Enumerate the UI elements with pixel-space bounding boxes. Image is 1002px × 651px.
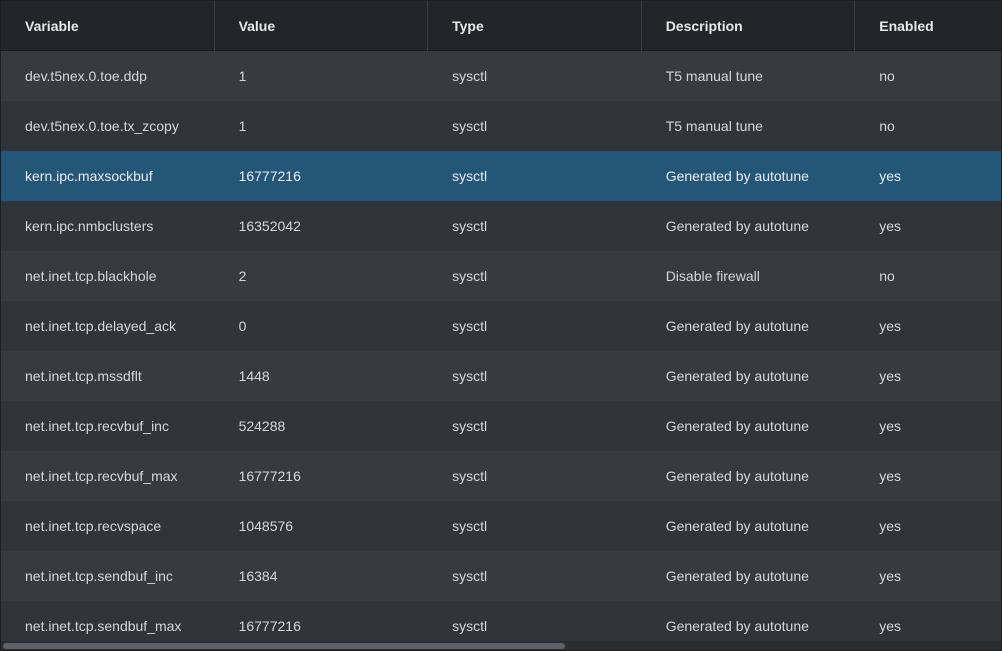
table-row[interactable]: kern.ipc.maxsockbuf 16777216 sysctl Generat… xyxy=(1,151,1001,201)
cell-type: sysctl xyxy=(452,68,488,84)
table-header: Variable Value Type Description Enabled xyxy=(1,1,1001,51)
cell-type: sysctl xyxy=(452,568,488,584)
cell-variable: net.inet.tcp.recvbuf_inc xyxy=(25,418,169,434)
cell-enabled: yes xyxy=(879,218,902,234)
cell-description: T5 manual tune xyxy=(665,68,763,84)
horizontal-scrollbar[interactable] xyxy=(1,641,1001,650)
cell-variable: kern.ipc.maxsockbuf xyxy=(25,168,153,184)
cell-value: 16777216 xyxy=(238,168,301,184)
table-row[interactable]: kern.ipc.nmbclusters 16352042 sysctl Genera… xyxy=(1,201,1001,251)
cell-value: 1 xyxy=(238,118,247,134)
cell-enabled: yes xyxy=(879,418,902,434)
cell-type: sysctl xyxy=(452,168,488,184)
cell-type: sysctl xyxy=(452,118,488,134)
cell-value: 1448 xyxy=(238,368,270,384)
cell-value: 16777216 xyxy=(238,468,301,484)
cell-value: 2 xyxy=(238,268,247,284)
column-header-description[interactable]: Description xyxy=(642,1,856,51)
column-header-type[interactable]: Type xyxy=(428,1,642,51)
cell-type: sysctl xyxy=(452,268,488,284)
cell-type: sysctl xyxy=(452,518,488,534)
column-header-variable[interactable]: Variable xyxy=(1,1,215,51)
cell-type: sysctl xyxy=(452,468,488,484)
cell-type: sysctl xyxy=(452,418,488,434)
cell-value: 16352042 xyxy=(238,218,301,234)
table-row[interactable]: net.inet.tcp.recvbuf_max 16777216 sysctl Ge… xyxy=(1,451,1001,501)
cell-variable: dev.t5nex.0.toe.ddp xyxy=(25,68,147,84)
cell-description: Generated by autotune xyxy=(665,568,809,584)
cell-type: sysctl xyxy=(452,368,488,384)
cell-enabled: yes xyxy=(879,568,902,584)
table-row[interactable]: net.inet.tcp.blackhole 2 sysctl Disable fir… xyxy=(1,251,1001,301)
table-row[interactable]: net.inet.tcp.recvspace 1048576 sysctl Gener… xyxy=(1,501,1001,551)
cell-variable: net.inet.tcp.blackhole xyxy=(25,268,157,284)
cell-enabled: yes xyxy=(879,368,902,384)
cell-description: Generated by autotune xyxy=(665,418,809,434)
cell-type: sysctl xyxy=(452,318,488,334)
cell-enabled: no xyxy=(879,118,895,134)
cell-description: Generated by autotune xyxy=(665,468,809,484)
table-row[interactable]: dev.t5nex.0.toe.ddp 1 sysctl T5 manual tune… xyxy=(1,51,1001,101)
tunables-table: Variable Value Type Description Enabled … xyxy=(0,0,1002,651)
cell-enabled: no xyxy=(879,268,895,284)
cell-value: 524288 xyxy=(238,418,286,434)
table-row[interactable]: net.inet.tcp.delayed_ack 0 sysctl Generated… xyxy=(1,301,1001,351)
cell-variable: net.inet.tcp.mssdflt xyxy=(25,368,142,384)
cell-value: 0 xyxy=(238,318,247,334)
cell-variable: dev.t5nex.0.toe.tx_zcopy xyxy=(25,118,179,134)
cell-description: Generated by autotune xyxy=(665,368,809,384)
cell-type: sysctl xyxy=(452,218,488,234)
scrollbar-thumb[interactable] xyxy=(3,643,565,649)
cell-value: 1 xyxy=(238,68,247,84)
table-row[interactable]: dev.t5nex.0.toe.tx_zcopy 1 sysctl T5 manual… xyxy=(1,101,1001,151)
cell-description: Generated by autotune xyxy=(665,318,809,334)
cell-variable: kern.ipc.nmbclusters xyxy=(25,218,154,234)
cell-enabled: yes xyxy=(879,468,902,484)
cell-variable: net.inet.tcp.sendbuf_inc xyxy=(25,568,173,584)
table-row[interactable]: net.inet.tcp.recvbuf_inc 524288 sysctl Gene… xyxy=(1,401,1001,451)
cell-description: Generated by autotune xyxy=(665,218,809,234)
table-row[interactable]: net.inet.tcp.sendbuf_inc 16384 sysctl Gener… xyxy=(1,551,1001,601)
cell-variable: net.inet.tcp.delayed_ack xyxy=(25,318,176,334)
column-header-value[interactable]: Value xyxy=(215,1,429,51)
cell-description: Disable firewall xyxy=(665,268,760,284)
table-body: dev.t5nex.0.toe.ddp 1 sysctl T5 manual tune… xyxy=(1,51,1001,650)
cell-value: 1048576 xyxy=(238,518,294,534)
cell-description: T5 manual tune xyxy=(665,118,763,134)
cell-enabled: no xyxy=(879,68,895,84)
cell-enabled: yes xyxy=(879,318,902,334)
cell-description: Generated by autotune xyxy=(665,168,809,184)
cell-enabled: yes xyxy=(879,168,902,184)
cell-variable: net.inet.tcp.recvspace xyxy=(25,518,162,534)
table-row[interactable]: net.inet.tcp.mssdflt 1448 sysctl Generated … xyxy=(1,351,1001,401)
cell-description: Generated by autotune xyxy=(665,518,809,534)
cell-value: 16384 xyxy=(238,568,278,584)
cell-variable: net.inet.tcp.recvbuf_max xyxy=(25,468,178,484)
column-header-enabled[interactable]: Enabled xyxy=(855,1,1001,51)
cell-enabled: yes xyxy=(879,518,902,534)
